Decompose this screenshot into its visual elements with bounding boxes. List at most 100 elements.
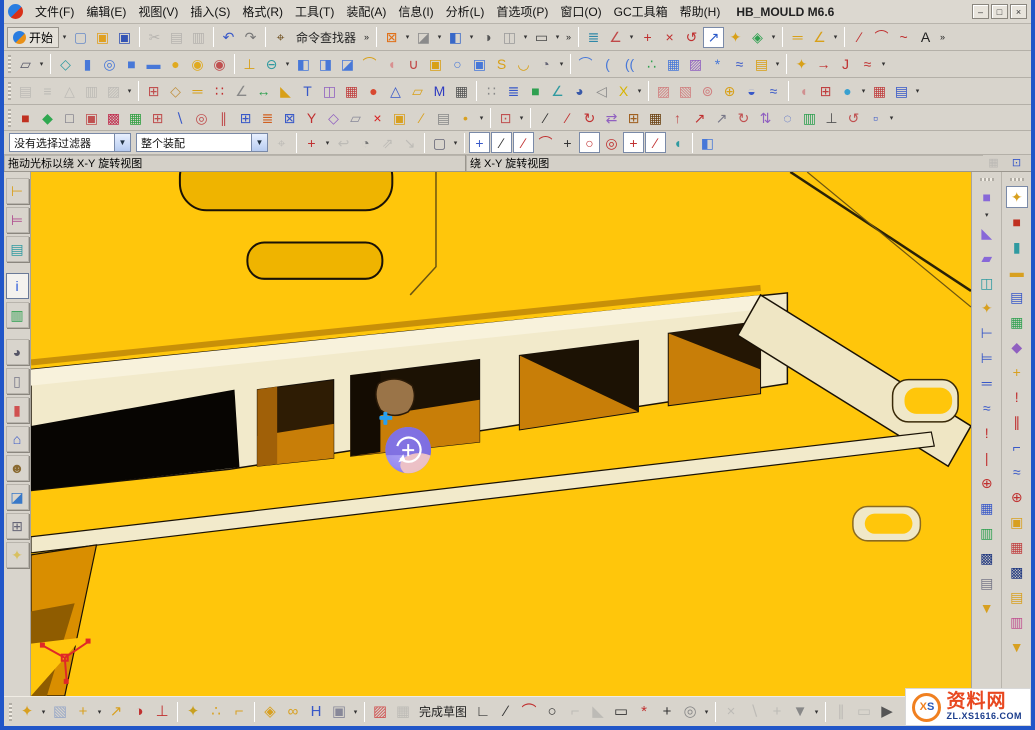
snap-existing-point-icon[interactable]: + — [623, 132, 644, 153]
measure-radius-icon[interactable]: ∠ — [231, 81, 252, 102]
target-point-icon[interactable]: ⊕ — [976, 472, 998, 494]
graphics-window[interactable] — [31, 172, 971, 696]
list-view-icon[interactable]: ▤ — [976, 572, 998, 594]
arc-tool-icon[interactable]: ⌒ — [871, 27, 892, 48]
vector-arrow2-icon[interactable]: ↗ — [711, 107, 732, 128]
cad-model-canvas[interactable] — [31, 172, 971, 696]
materials-icon[interactable]: ⌂ — [6, 426, 29, 452]
history-clock-icon[interactable]: ◕ — [569, 81, 590, 102]
dropdown-arrow-icon[interactable]: ▾ — [451, 139, 460, 147]
measure-distance2-icon[interactable]: ↔ — [253, 81, 274, 102]
tube-icon[interactable]: ∪ — [403, 54, 424, 75]
ruler-tool-icon[interactable]: ═ — [976, 372, 998, 394]
rotate-about-icon[interactable]: ↺ — [843, 107, 864, 128]
restore-button[interactable]: □ — [991, 4, 1008, 19]
templates-icon[interactable]: ✦ — [6, 542, 29, 568]
translate-copy-icon[interactable]: ⇅ — [755, 107, 776, 128]
snap-quadrant-icon[interactable]: ◎ — [601, 132, 622, 153]
swept-icon[interactable]: ⌒ — [575, 54, 596, 75]
dimension-1-icon[interactable]: ⊢ — [976, 322, 998, 344]
protractor-icon[interactable]: ◣ — [275, 81, 296, 102]
standard-part-icon[interactable]: ▦ — [1006, 311, 1028, 333]
rotate-object-icon[interactable]: ↻ — [579, 107, 600, 128]
cleanup-icon[interactable]: ∕ — [411, 107, 432, 128]
through-curves-icon[interactable]: ▦ — [663, 54, 684, 75]
background-swatch-icon[interactable]: ▭ — [531, 27, 552, 48]
face-curves-icon[interactable]: ≈ — [763, 81, 784, 102]
surface-comb-icon[interactable]: ▧ — [675, 81, 696, 102]
measure-length-icon[interactable]: ═ — [187, 81, 208, 102]
dropdown-arrow-icon[interactable]: ▾ — [125, 87, 134, 95]
dropdown-arrow-icon[interactable]: ▾ — [37, 60, 46, 68]
rotate-view-tool-icon[interactable]: ↗ — [703, 27, 724, 48]
dropdown-arrow-icon[interactable]: ▾ — [351, 708, 360, 716]
move-component-tool-icon[interactable]: ■ — [976, 186, 998, 208]
shell-icon[interactable]: ◖ — [381, 54, 402, 75]
assembly-constraints-icon[interactable]: ⊥ — [151, 701, 173, 723]
snap-endpoint-icon[interactable]: ∕ — [491, 132, 512, 153]
rotate-orient-icon[interactable]: ◔ — [355, 132, 376, 153]
ring-icon[interactable]: ○ — [447, 54, 468, 75]
orient-view-icon[interactable]: ◧ — [445, 27, 466, 48]
measure-csys-icon[interactable]: ⊞ — [143, 81, 164, 102]
component-pattern-icon[interactable]: ∴ — [205, 701, 227, 723]
mold-wizard-icon[interactable]: ✦ — [1006, 186, 1028, 208]
shaded-view-icon[interactable]: ◑ — [477, 27, 498, 48]
toolbar-grip[interactable] — [9, 703, 12, 721]
transform-line-icon[interactable]: ∕ — [535, 107, 556, 128]
layer-colors-icon[interactable]: ≣ — [257, 107, 278, 128]
replace-face-icon[interactable]: J — [835, 54, 856, 75]
maximize-view-icon[interactable]: ⊡ — [1006, 156, 1027, 171]
parting-tool-icon[interactable]: ▬ — [1006, 261, 1028, 283]
subtract-icon[interactable]: ◨ — [315, 54, 336, 75]
measure-angle-icon[interactable]: ∠ — [809, 27, 830, 48]
render-style-icon[interactable]: ◪ — [413, 27, 434, 48]
pattern-quad-icon[interactable]: ⊞ — [623, 107, 644, 128]
command-finder-icon[interactable]: ⌖ — [270, 27, 291, 48]
snap-midpoint-icon[interactable]: + — [469, 132, 490, 153]
cavity-block-icon[interactable]: ◫ — [976, 272, 998, 294]
boolean-icon[interactable]: ⊖ — [261, 54, 282, 75]
dropdown-arrow-icon[interactable]: ▾ — [831, 33, 840, 41]
sketch-circle-icon[interactable]: ○ — [541, 701, 563, 723]
show-hide-icon[interactable]: ▩ — [103, 107, 124, 128]
unite-icon[interactable]: ◧ — [293, 54, 314, 75]
dropdown-arrow-icon[interactable]: ▾ — [517, 114, 526, 122]
sketch-fillet-icon[interactable]: ⌐ — [564, 701, 586, 723]
ejector-pin-icon[interactable]: ◆ — [1006, 336, 1028, 358]
snap-point-on-line-icon[interactable]: ∕ — [645, 132, 666, 153]
key-icon[interactable]: ✦ — [725, 27, 746, 48]
text-tool-icon[interactable]: A — [915, 27, 936, 48]
window-menu[interactable]: 窗口(O) — [554, 3, 607, 21]
view-manager-icon[interactable]: ▼ — [1006, 636, 1028, 658]
pattern-columns-icon[interactable]: ▥ — [799, 107, 820, 128]
context-flag-icon[interactable]: ◈ — [747, 27, 768, 48]
extrude-icon[interactable]: ▮ — [77, 54, 98, 75]
part-navigator-icon[interactable]: ▤ — [6, 236, 29, 262]
information-menu[interactable]: 信息(I) — [392, 3, 439, 21]
make-corner-icon[interactable]: + — [766, 701, 788, 723]
structure-icon[interactable]: ▨ — [103, 81, 124, 102]
snap-on-curve-icon[interactable]: ∕ — [513, 132, 534, 153]
sketch-polygon-icon[interactable]: * — [633, 701, 655, 723]
dropdown-arrow-icon[interactable]: ▾ — [95, 708, 104, 716]
marquee-select-icon[interactable]: ▢ — [429, 132, 450, 153]
assemblies-menu[interactable]: 装配(A) — [340, 3, 392, 21]
snap-arc-icon[interactable]: ⌒ — [535, 132, 556, 153]
assemblies-cubes-icon[interactable]: ▧ — [49, 701, 71, 723]
block-icon[interactable]: ■ — [121, 54, 142, 75]
component-box-icon[interactable]: ▣ — [328, 701, 350, 723]
thickness-check-icon[interactable]: ⊞ — [815, 81, 836, 102]
snap-center-icon[interactable]: ○ — [579, 132, 600, 153]
mold-base-icon[interactable]: ▤ — [1006, 286, 1028, 308]
tolerance-icon[interactable]: ▤ — [433, 107, 454, 128]
constraint-navigator-icon[interactable]: ⊨ — [6, 207, 29, 233]
open-file-icon[interactable]: ▣ — [92, 27, 113, 48]
dropdown-arrow-icon[interactable]: ▾ — [403, 33, 412, 41]
dropdown-arrow-icon[interactable]: ▾ — [323, 139, 332, 147]
wave-geometry-icon[interactable]: ◈ — [259, 701, 281, 723]
washer-icon[interactable]: ◉ — [187, 54, 208, 75]
assembly-navigator-icon[interactable]: ⊢ — [6, 178, 29, 204]
box-diagonal-icon[interactable]: ⊠ — [279, 107, 300, 128]
folder-options-icon[interactable]: ▣ — [389, 107, 410, 128]
